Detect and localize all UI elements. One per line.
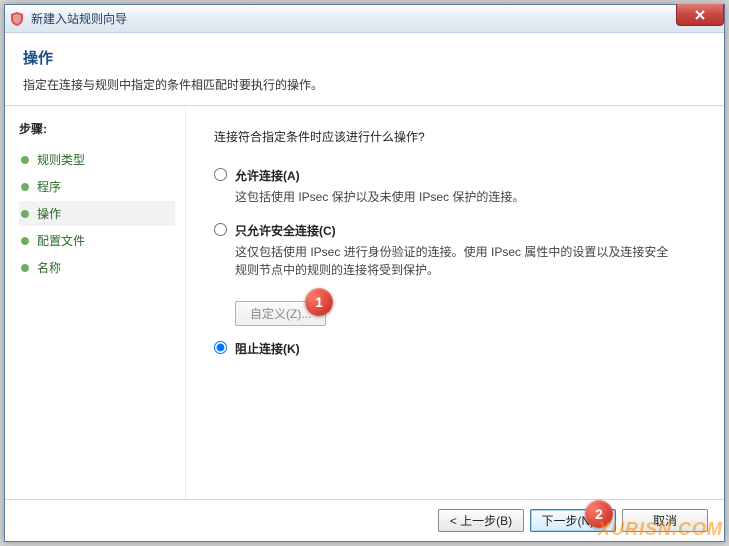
option-secure: 只允许安全连接(C) 这仅包括使用 IPsec 进行身份验证的连接。使用 IPs… [214,222,696,279]
step-label: 配置文件 [37,232,85,249]
back-button[interactable]: < 上一步(B) [438,509,524,532]
bullet-icon [21,264,29,272]
step-label: 程序 [37,178,61,195]
step-program[interactable]: 程序 [19,174,175,199]
close-button[interactable] [676,4,724,26]
annotation-1: 1 [305,288,333,316]
radio-block-label[interactable]: 阻止连接(K) [235,340,300,357]
wizard-window: 新建入站规则向导 操作 指定在连接与规则中指定的条件相匹配时要执行的操作。 步骤… [4,4,725,542]
radio-secure-label[interactable]: 只允许安全连接(C) [235,222,336,239]
steps-heading: 步骤: [19,120,175,137]
close-icon [694,9,706,21]
radio-secure[interactable] [214,223,227,236]
radio-allow[interactable] [214,168,227,181]
radio-allow-label[interactable]: 允许连接(A) [235,167,300,184]
steps-sidebar: 步骤: 规则类型 程序 操作 配置文件 名称 [5,106,185,536]
bullet-icon [21,156,29,164]
step-label: 规则类型 [37,151,85,168]
app-icon [9,11,25,27]
watermark: XURISN.COM [598,519,723,540]
step-name[interactable]: 名称 [19,255,175,280]
radio-secure-desc: 这仅包括使用 IPsec 进行身份验证的连接。使用 IPsec 属性中的设置以及… [235,243,675,279]
content-question: 连接符合指定条件时应该进行什么操作? [214,128,696,145]
step-label: 名称 [37,259,61,276]
radio-block[interactable] [214,341,227,354]
step-action[interactable]: 操作 [19,201,175,226]
bullet-icon [21,237,29,245]
wizard-header: 操作 指定在连接与规则中指定的条件相匹配时要执行的操作。 [5,33,724,106]
option-allow: 允许连接(A) 这包括使用 IPsec 保护以及未使用 IPsec 保护的连接。 [214,167,696,206]
page-title: 操作 [23,47,706,68]
step-label: 操作 [37,205,61,222]
radio-allow-desc: 这包括使用 IPsec 保护以及未使用 IPsec 保护的连接。 [235,188,675,206]
titlebar: 新建入站规则向导 [5,5,724,33]
option-block: 阻止连接(K) [214,340,696,357]
bullet-icon [21,183,29,191]
wizard-body: 步骤: 规则类型 程序 操作 配置文件 名称 连接符合指定条件时应该进行什么操作… [5,106,724,536]
window-title: 新建入站规则向导 [31,10,127,27]
page-subtitle: 指定在连接与规则中指定的条件相匹配时要执行的操作。 [23,76,706,93]
wizard-content: 连接符合指定条件时应该进行什么操作? 允许连接(A) 这包括使用 IPsec 保… [185,106,724,536]
bullet-icon [21,210,29,218]
step-profile[interactable]: 配置文件 [19,228,175,253]
step-rule-type[interactable]: 规则类型 [19,147,175,172]
